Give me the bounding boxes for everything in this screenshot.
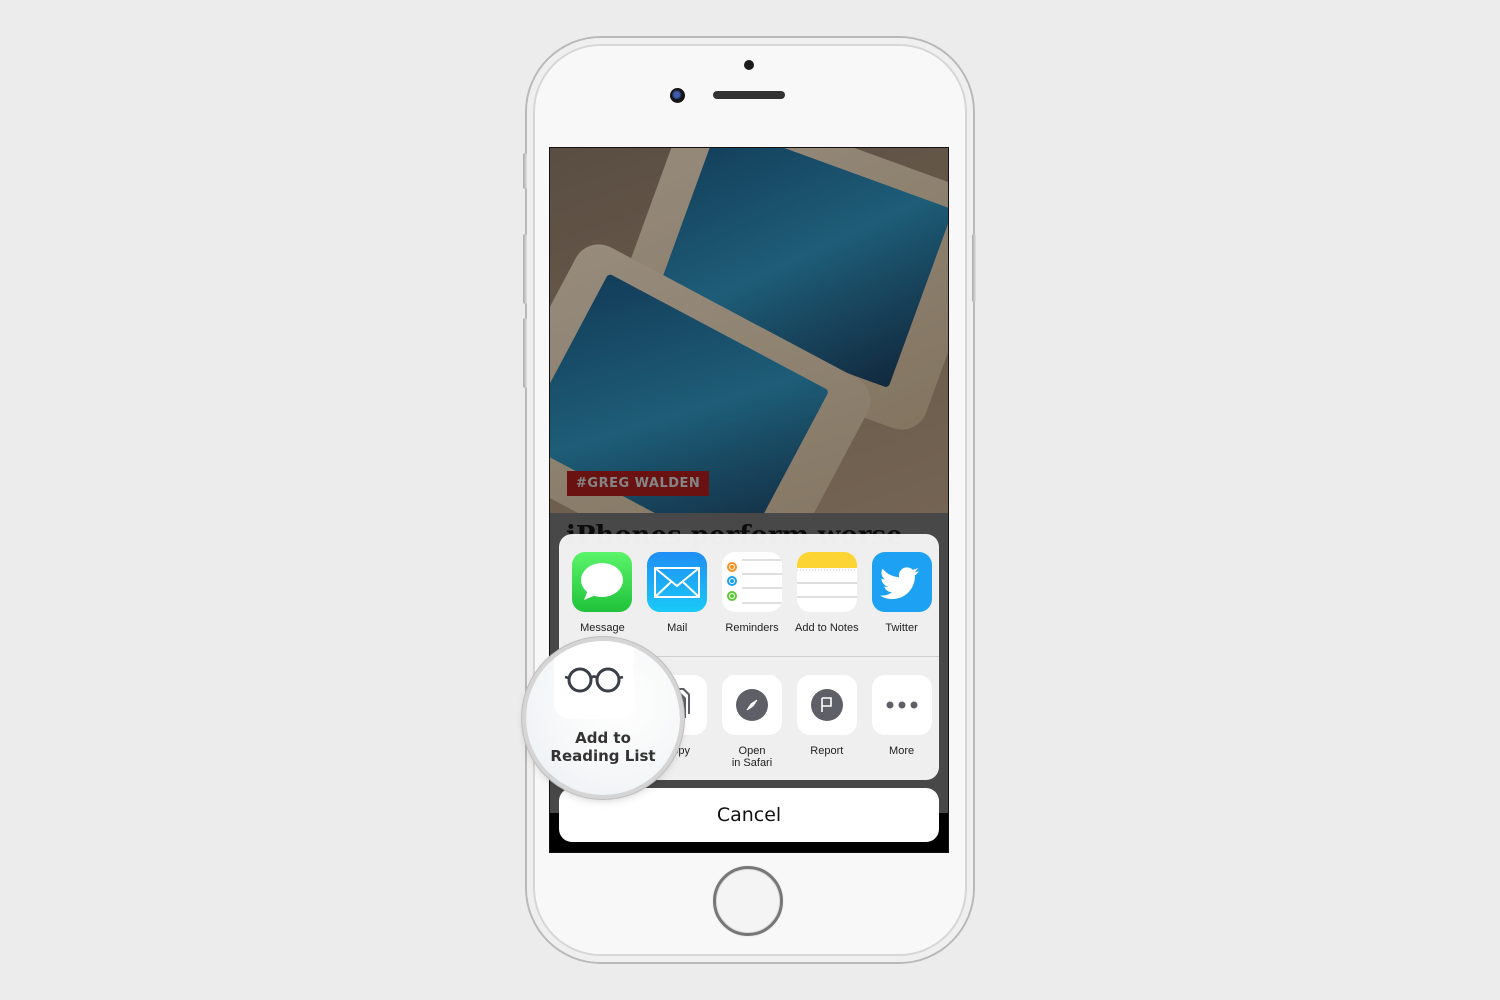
message-icon xyxy=(572,552,633,612)
share-apps-row: Message Mail Reminders Add to Notes Twit… xyxy=(559,552,939,634)
action-label: Report xyxy=(810,745,844,757)
more-icon xyxy=(871,675,932,735)
reading-glasses-icon xyxy=(564,667,624,693)
share-app-reminders[interactable]: Reminders xyxy=(715,552,790,634)
share-app-twitter[interactable]: Twitter xyxy=(864,552,939,634)
action-open-in-safari[interactable]: Open in Safari xyxy=(715,675,790,769)
share-app-notes[interactable]: Add to Notes xyxy=(789,552,864,634)
proximity-sensor xyxy=(744,60,754,70)
action-label: More xyxy=(889,745,915,757)
home-button[interactable] xyxy=(713,866,783,936)
power-button[interactable] xyxy=(972,234,976,302)
notes-icon xyxy=(796,552,857,612)
compass-icon-tile xyxy=(721,675,782,735)
compass-icon xyxy=(735,689,768,721)
flag-icon xyxy=(810,689,843,721)
flag-icon-tile xyxy=(796,675,857,735)
share-app-label: Twitter xyxy=(885,622,918,634)
earpiece-speaker xyxy=(713,91,785,99)
share-app-label: Mail xyxy=(667,622,688,634)
action-more[interactable]: More xyxy=(864,675,939,769)
share-app-message[interactable]: Message xyxy=(565,552,640,634)
mail-icon xyxy=(647,552,708,612)
action-label-line1: Open xyxy=(738,745,766,757)
front-camera-icon xyxy=(670,88,685,103)
magnified-label-line2: Reading List xyxy=(550,747,656,765)
volume-up-button[interactable] xyxy=(523,234,527,304)
reminders-icon xyxy=(721,552,782,612)
action-report[interactable]: Report xyxy=(789,675,864,769)
magnified-label-line1: Add to xyxy=(575,729,631,747)
share-app-label: Message xyxy=(580,622,625,634)
share-app-mail[interactable]: Mail xyxy=(640,552,715,634)
magnified-label: Add to Reading List xyxy=(526,729,680,765)
mute-switch[interactable] xyxy=(523,153,527,189)
share-app-label: Reminders xyxy=(725,622,779,634)
magnified-reading-list-tile[interactable] xyxy=(554,641,634,719)
twitter-icon xyxy=(871,552,932,612)
action-label: Open in Safari xyxy=(732,745,772,769)
volume-down-button[interactable] xyxy=(523,318,527,388)
action-label-line2: in Safari xyxy=(731,757,773,769)
share-app-label: Add to Notes xyxy=(794,622,859,634)
cancel-button[interactable]: Cancel xyxy=(559,788,939,842)
magnifier-callout: Add to Reading List xyxy=(526,641,680,795)
